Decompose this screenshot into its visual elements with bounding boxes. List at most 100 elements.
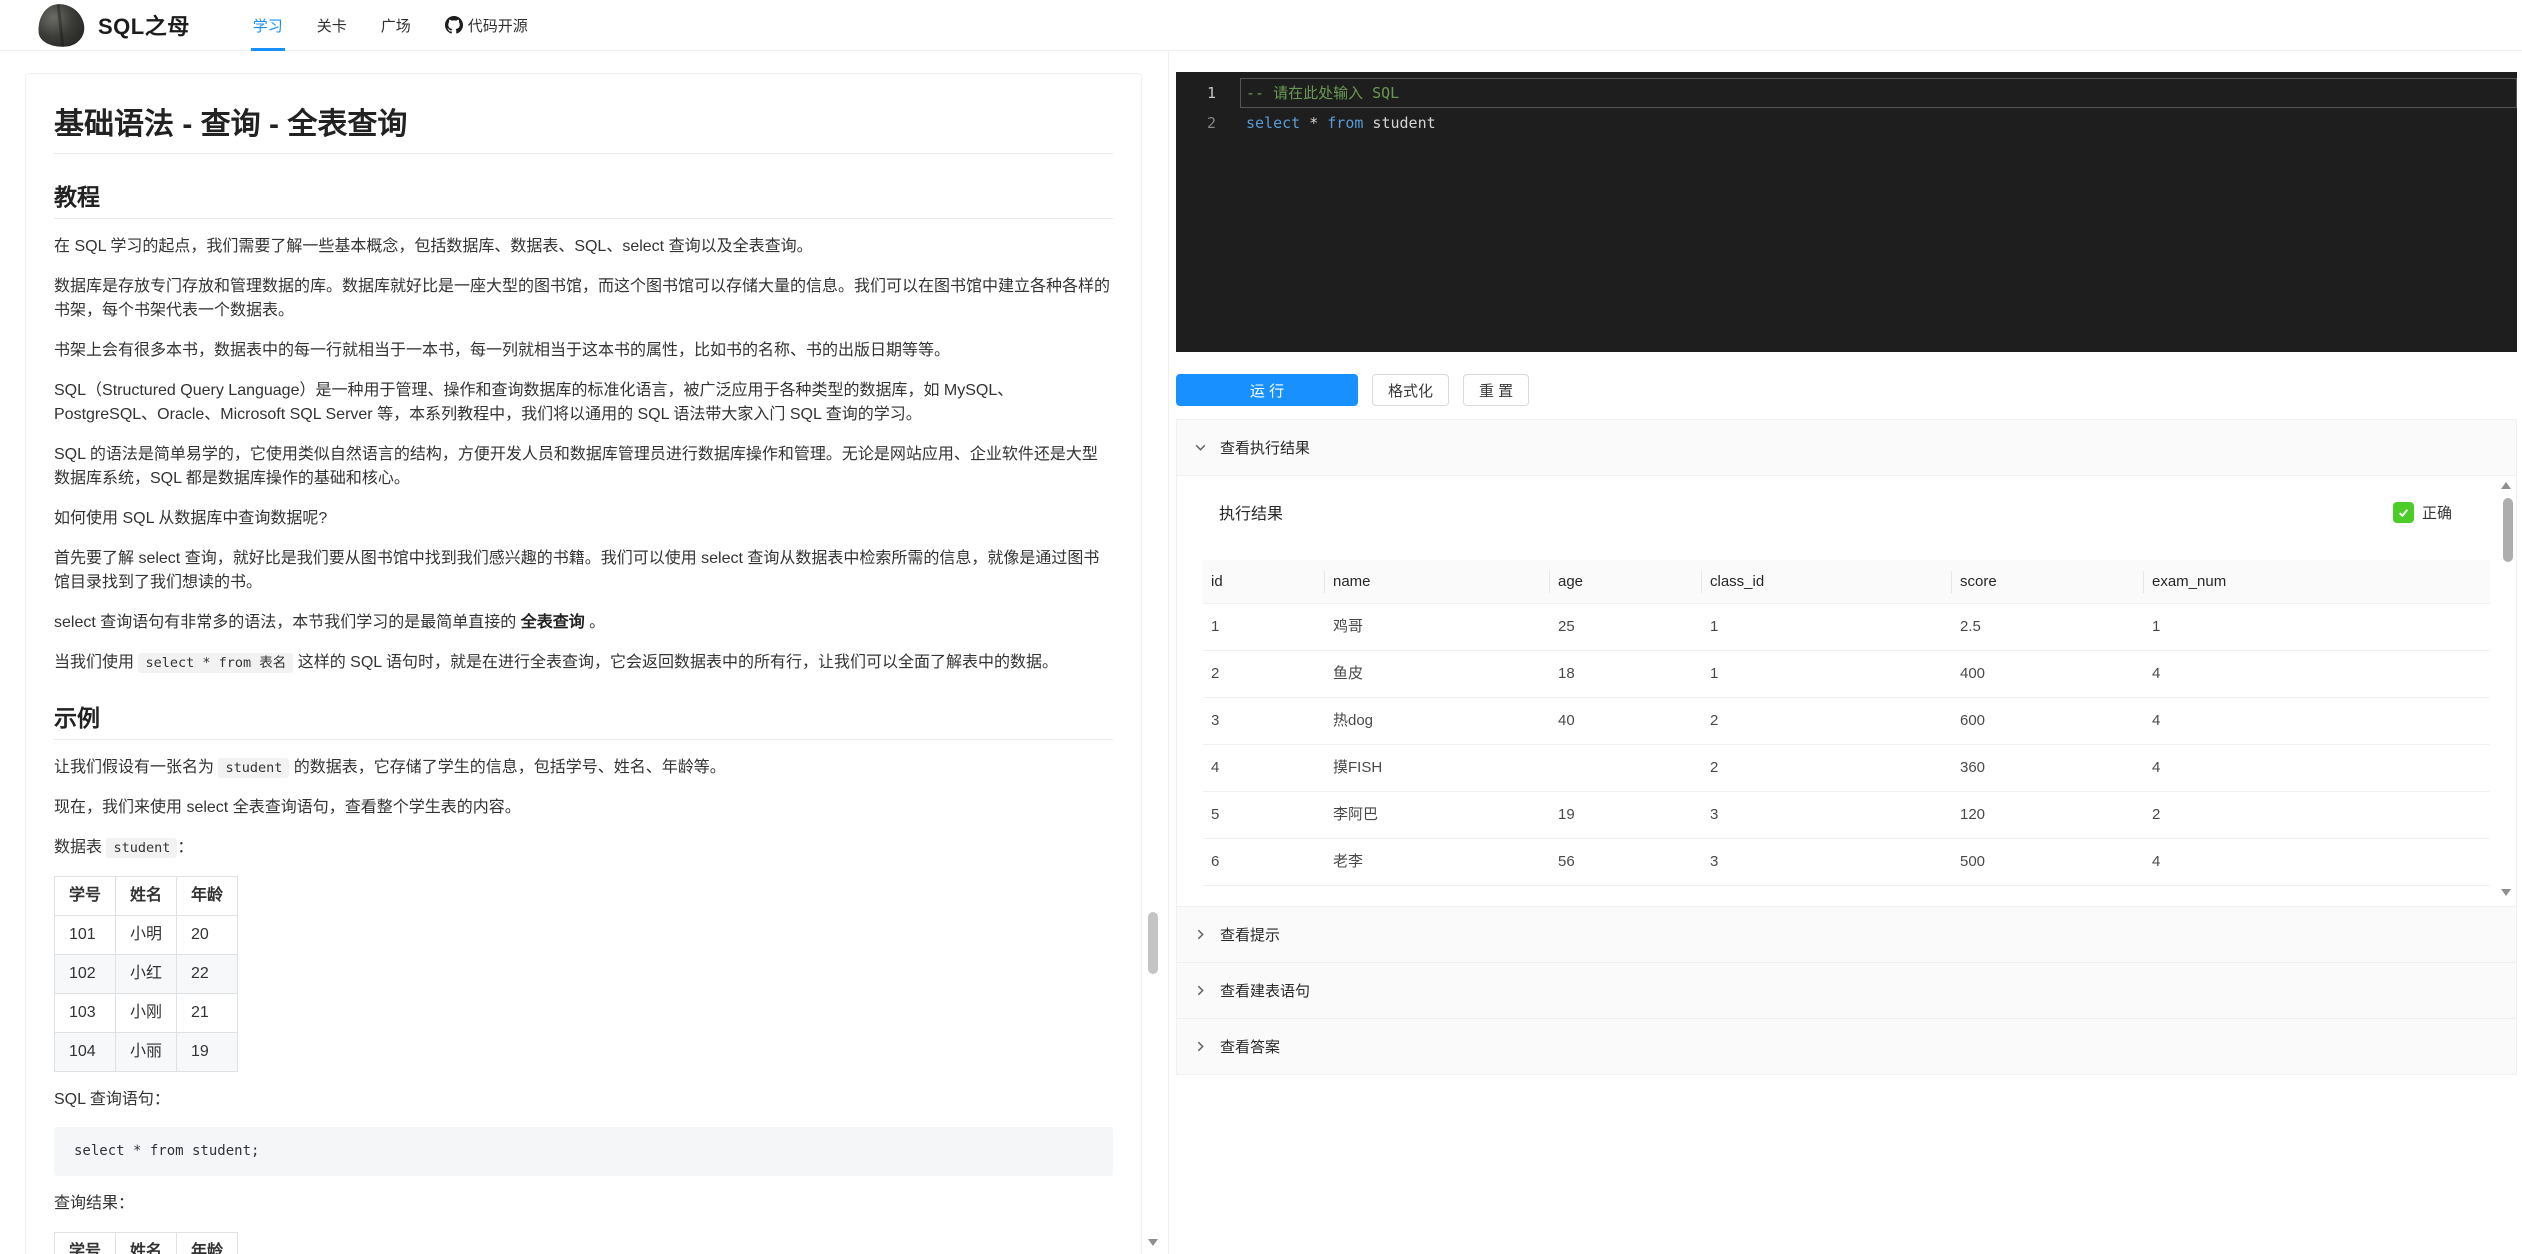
- result-table-cell: 1: [1702, 603, 1952, 651]
- table-cell: 19: [176, 1032, 239, 1072]
- panel-header-查看建表语句[interactable]: 查看建表语句: [1176, 962, 2517, 1018]
- result-table-cell: 鸡哥: [1325, 603, 1550, 651]
- result-table-cell: 4: [1203, 744, 1325, 792]
- result-table-row: 5 李阿巴 19 3 120 2: [1203, 791, 2490, 839]
- result-table-cell: 18: [1550, 650, 1702, 698]
- run-button[interactable]: 运 行: [1176, 374, 1358, 406]
- result-table-cell: 400: [1952, 650, 2144, 698]
- inline-code: student: [218, 758, 290, 778]
- result-table-cell: 120: [1952, 791, 2144, 839]
- left-scrollbar-thumb[interactable]: [1148, 912, 1158, 974]
- student-table: 学号 姓名 年龄 101 小明 20 102 小红 22 103 小刚 21 104 小丽 19: [53, 876, 239, 1072]
- execution-result-title: 执行结果: [1219, 506, 1284, 523]
- table-header-cell: 年龄: [176, 876, 239, 916]
- editor-toolbar: 运 行 格式化 重 置: [1176, 374, 1530, 406]
- editor-line-code: select * from student: [1240, 108, 1436, 138]
- left-scrollbar-down-arrow-icon[interactable]: [1148, 1239, 1158, 1246]
- panel-header-查看答案[interactable]: 查看答案: [1176, 1018, 2517, 1074]
- result-table-header-row: id name age class_id score exam_num: [1203, 560, 2490, 604]
- panel-title: 查看答案: [1220, 1039, 1281, 1056]
- paragraph: 首先要了解 select 查询，就好比是我们要从图书馆中找到我们感兴趣的书籍。我…: [54, 550, 1100, 591]
- tutorial-body: 基础语法 - 查询 - 全表查询 教程在 SQL 学习的起点，我们需要了解一些基本…: [53, 106, 1113, 1254]
- token-plain: student: [1363, 114, 1436, 132]
- result-scrollbar-thumb[interactable]: [2503, 498, 2513, 562]
- result-table-cell: 2: [1203, 650, 1325, 698]
- result-table-row: 3 热dog 40 2 600 4: [1203, 697, 2490, 745]
- status-label: 正确: [2421, 504, 2452, 522]
- format-button[interactable]: 格式化: [1372, 374, 1450, 406]
- brand[interactable]: SQL之母: [35, 1, 190, 49]
- paragraph: select 查询语句有非常多的语法，本节我们学习的是最简单直接的 全表查询 。: [54, 614, 606, 631]
- result-table-cell: 5: [1203, 791, 1325, 839]
- nav-item-study[interactable]: 学习: [236, 0, 300, 51]
- result-table-cell: 19: [1550, 791, 1702, 839]
- table-row: 102 小红 22: [53, 954, 239, 994]
- brand-logo-icon: [35, 1, 87, 49]
- panel-title: 查看提示: [1220, 927, 1281, 944]
- result-table-cell: 李阿巴: [1325, 791, 1550, 839]
- top-navbar: SQL之母 学习 关卡 广场 代码开源: [0, 0, 2522, 51]
- line-number: 2: [1206, 114, 1216, 132]
- nav-item-opensource[interactable]: 代码开源: [428, 0, 545, 51]
- table-row: 101 小明 20: [53, 915, 239, 955]
- token-keyword: from: [1327, 114, 1364, 132]
- student-table: 学号 姓名 年龄: [53, 1232, 239, 1254]
- result-table-cell: 500: [1952, 838, 2144, 886]
- result-table-cell: 6: [1203, 838, 1325, 886]
- result-table-cell: 1: [1203, 603, 1325, 651]
- result-table-cell: 鱼皮: [1325, 650, 1550, 698]
- result-table-row: 6 老李 56 3 500 4: [1203, 838, 2490, 886]
- table-cell: 小丽: [115, 1032, 178, 1072]
- nav-item-label: 代码开源: [467, 17, 528, 35]
- collapsed-panels: 查看提示查看建表语句查看答案: [1176, 906, 2517, 1074]
- table-header-cell: 学号: [53, 876, 117, 916]
- table-cell: 101: [53, 915, 117, 955]
- result-table-cell: 3: [1702, 791, 1952, 839]
- result-table-cell: 4: [2144, 744, 2490, 792]
- paragraph: 让我们假设有一张名为 student 的数据表，它存储了学生的信息，包括学号、姓…: [54, 758, 726, 778]
- result-column-header: id: [1203, 560, 1325, 604]
- nav-item-levels[interactable]: 关卡: [300, 0, 364, 51]
- sql-code-editor[interactable]: 1 -- 请在此处输入 SQL 2 select * from student: [1176, 72, 2517, 352]
- result-table-cell: [1550, 744, 1702, 792]
- result-scrollbar-down-arrow-icon[interactable]: [2501, 889, 2511, 896]
- check-icon: [2392, 501, 2414, 523]
- result-table-cell: 4: [2144, 838, 2490, 886]
- brand-title: SQL之母: [98, 14, 190, 39]
- inline-code: select * from 表名: [138, 653, 294, 673]
- nav-item-plaza[interactable]: 广场: [364, 0, 428, 51]
- tutorial-card: 基础语法 - 查询 - 全表查询 教程在 SQL 学习的起点，我们需要了解一些基本…: [25, 73, 1142, 1254]
- table-header-row: 学号 姓名 年龄: [53, 876, 239, 916]
- paragraph: 查询结果：: [54, 1195, 135, 1212]
- result-table-cell: 摸FISH: [1325, 744, 1550, 792]
- result-table-cell: 3: [1702, 838, 1952, 886]
- chevron-down-icon: [1194, 441, 1207, 454]
- table-cell: 22: [176, 954, 239, 994]
- panel-header-查看提示[interactable]: 查看提示: [1176, 906, 2517, 962]
- chevron-right-icon: [1194, 984, 1207, 997]
- main-nav: 学习 关卡 广场 代码开源: [236, 0, 545, 51]
- paragraph: 数据表 student：: [54, 838, 194, 858]
- table-cell: 小红: [115, 954, 178, 994]
- paragraph: 当我们使用 select * from 表名 这样的 SQL 语句时，就是在进行…: [54, 653, 1059, 673]
- nav-item-label: 学习: [252, 17, 283, 35]
- result-table-row: 1 鸡哥 25 1 2.5 1: [1203, 603, 2490, 651]
- result-table-cell: 2: [1702, 697, 1952, 745]
- panel-header-execution-result[interactable]: 查看执行结果: [1176, 419, 2517, 475]
- result-table-cell: 4: [2144, 650, 2490, 698]
- paragraph: 书架上会有很多本书，数据表中的每一行就相当于一本书，每一列就相当于这本书的属性，…: [54, 342, 951, 359]
- result-column-header: age: [1550, 560, 1702, 604]
- section-heading: 示例: [54, 703, 1113, 740]
- result-scrollbar-up-arrow-icon[interactable]: [2501, 482, 2511, 489]
- code-block: select * from student;: [54, 1127, 1113, 1176]
- table-header-row: 学号 姓名 年龄: [53, 1232, 239, 1254]
- paragraph: 现在，我们来使用 select 全表查询语句，查看整个学生表的内容。: [54, 799, 521, 816]
- nav-item-label: 广场: [380, 17, 411, 35]
- result-table-cell: 1: [2144, 603, 2490, 651]
- reset-button[interactable]: 重 置: [1463, 374, 1530, 406]
- result-table-cell: 热dog: [1325, 697, 1550, 745]
- table-cell: 102: [53, 954, 117, 994]
- paragraph: SQL 的语法是简单易学的，它使用类似自然语言的结构，方便开发人员和数据库管理员…: [54, 446, 1098, 487]
- chevron-right-icon: [1194, 1040, 1207, 1053]
- result-column-header: class_id: [1702, 560, 1952, 604]
